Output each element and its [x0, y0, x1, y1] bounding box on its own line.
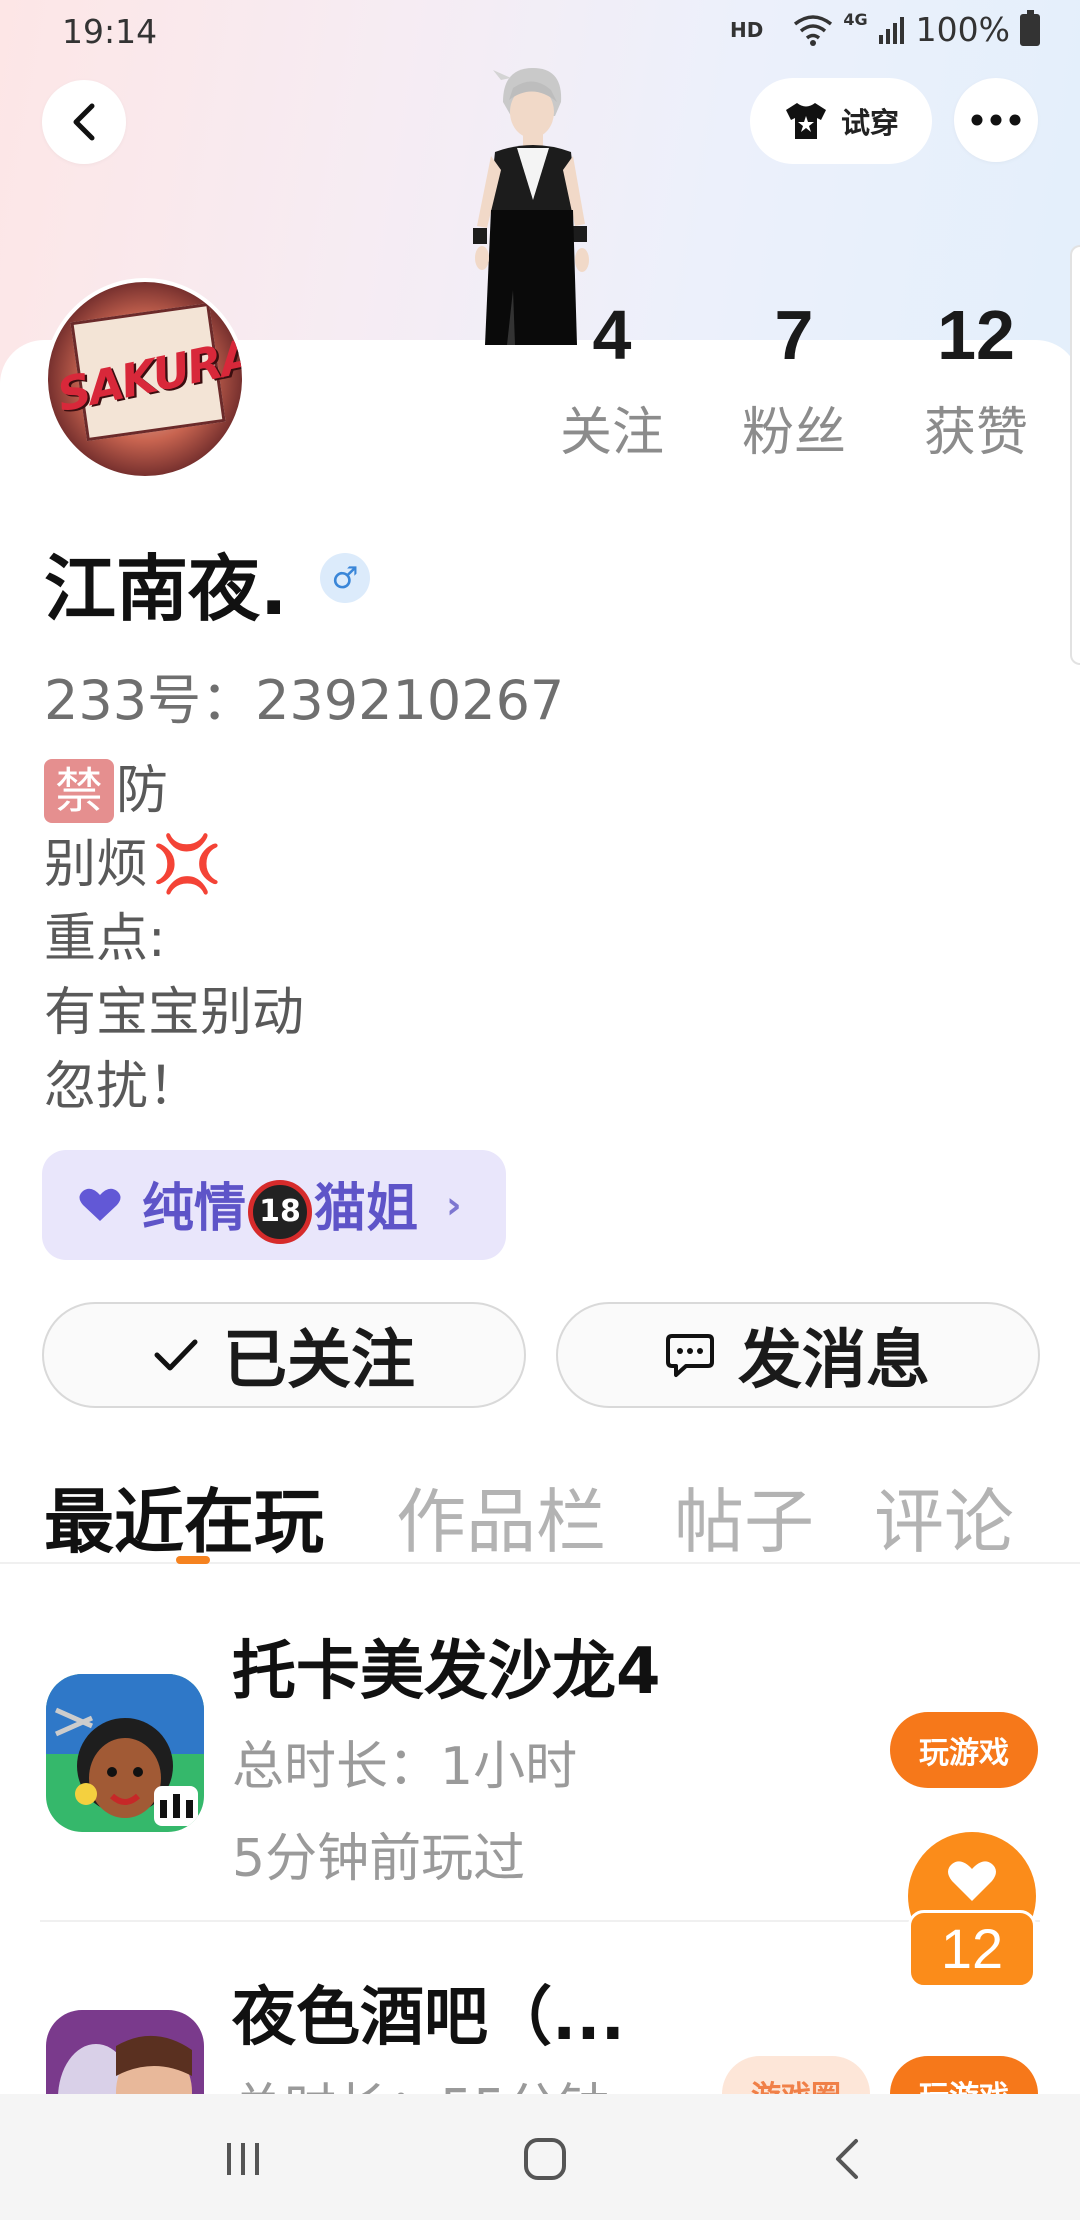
profile-avatar[interactable]: SAKURA: [44, 278, 246, 480]
bio-line-1: 禁 防: [44, 754, 304, 828]
game-last-played: 5分钟前玩过: [232, 1829, 526, 1889]
tab-indicator: [176, 1556, 210, 1564]
home-icon: [524, 2138, 566, 2180]
battery-percent: 100%: [915, 10, 1010, 49]
tab-comments[interactable]: 评论: [874, 1466, 1014, 1567]
bio-line-2-text: 别烦: [44, 835, 149, 895]
anger-emoji: 💢: [152, 832, 222, 897]
recent-apps-icon: [227, 2143, 259, 2175]
back-button[interactable]: [42, 80, 126, 164]
followers-label: 粉丝: [741, 403, 846, 463]
nickname: 江南夜.: [44, 547, 288, 631]
bio-line-5: 忽扰！: [44, 1057, 201, 1117]
followers-count: 7: [774, 296, 814, 374]
home-button[interactable]: [510, 2124, 580, 2194]
likes-count: 12: [937, 296, 1015, 374]
profile-tabs: 最近在玩 作品栏 帖子 评论: [0, 1460, 1080, 1564]
tshirt-icon: [785, 103, 826, 139]
bio: 禁 防 别烦 💢 重点: 有宝宝别动 忽扰！: [44, 754, 304, 1124]
game-icon: [46, 1674, 204, 1832]
bio-line-1-text: 防: [116, 761, 169, 821]
send-message-label: 发消息: [738, 1324, 930, 1398]
stat-likes[interactable]: 12 获赞: [906, 290, 1046, 465]
checkmark-icon: [154, 1339, 198, 1371]
wifi-icon: [794, 14, 833, 46]
recent-apps-button[interactable]: [208, 2124, 278, 2194]
game-title: 托卡美发沙龙4: [232, 1635, 661, 1709]
status-time: 19:14: [62, 12, 158, 51]
tab-works[interactable]: 作品栏: [396, 1466, 606, 1567]
network-type: 4G: [843, 10, 868, 29]
floating-like-button[interactable]: 12: [908, 1832, 1036, 1992]
chevron-right-icon: ›: [446, 1183, 462, 1227]
male-gender-icon: ♂: [320, 553, 370, 603]
more-icon: [971, 114, 1021, 126]
chat-bubble-icon: [666, 1334, 714, 1377]
likes-label: 获赞: [923, 403, 1028, 463]
try-on-label: 试穿: [840, 106, 899, 140]
back-icon: [836, 2139, 858, 2179]
chevron-left-icon: [73, 103, 95, 141]
following-count: 4: [592, 296, 632, 374]
game-icon: [46, 2010, 204, 2094]
send-message-button[interactable]: 发消息: [556, 1302, 1040, 1408]
stat-followers[interactable]: 7 粉丝: [724, 290, 864, 465]
tab-posts[interactable]: 帖子: [674, 1466, 814, 1567]
tab-recently-played[interactable]: 最近在玩: [44, 1466, 324, 1567]
bio-line-4: 有宝宝别动: [44, 983, 305, 1043]
system-back-button[interactable]: [812, 2124, 882, 2194]
tag-text-part1: 纯情: [142, 1179, 247, 1239]
system-navigation-bar: [0, 2094, 1080, 2220]
followed-button[interactable]: 已关注: [42, 1302, 526, 1408]
no-under-18-emoji: 18: [248, 1180, 313, 1244]
game-duration: 总时长：1小时: [232, 1737, 578, 1797]
user-id[interactable]: 233号：239210267: [44, 656, 564, 735]
floating-like-count: 12: [908, 1910, 1036, 1988]
prohibited-emoji: 禁: [44, 759, 114, 823]
hd-icon: HD: [730, 17, 764, 42]
tag-text: 纯情 18 猫姐: [142, 1166, 418, 1244]
try-on-button[interactable]: 试穿: [750, 78, 932, 164]
heart-icon: [79, 1188, 121, 1221]
stat-following[interactable]: 4 关注: [542, 290, 682, 465]
relationship-tag[interactable]: 纯情 18 猫姐 ›: [42, 1150, 506, 1260]
game-circle-button[interactable]: 游戏圈: [722, 2056, 870, 2094]
signal-icon: [878, 16, 904, 44]
edge-panel-handle[interactable]: [1070, 245, 1080, 665]
game-duration: 总时长：55分钟: [232, 2066, 610, 2094]
more-button[interactable]: [954, 78, 1038, 162]
following-label: 关注: [559, 403, 664, 463]
tag-text-part2: 猫姐: [314, 1179, 419, 1239]
status-bar: 19:14 HD 4G 100%: [0, 0, 1080, 62]
game-title: 夜色酒吧（...: [232, 1981, 625, 2055]
play-game-button[interactable]: 玩游戏: [890, 1712, 1038, 1788]
bio-line-2: 别烦 💢: [44, 828, 304, 902]
bio-line-3: 重点:: [44, 909, 166, 969]
followed-label: 已关注: [223, 1324, 415, 1398]
play-game-button[interactable]: 玩游戏: [890, 2056, 1038, 2094]
battery-icon: [1020, 9, 1040, 46]
